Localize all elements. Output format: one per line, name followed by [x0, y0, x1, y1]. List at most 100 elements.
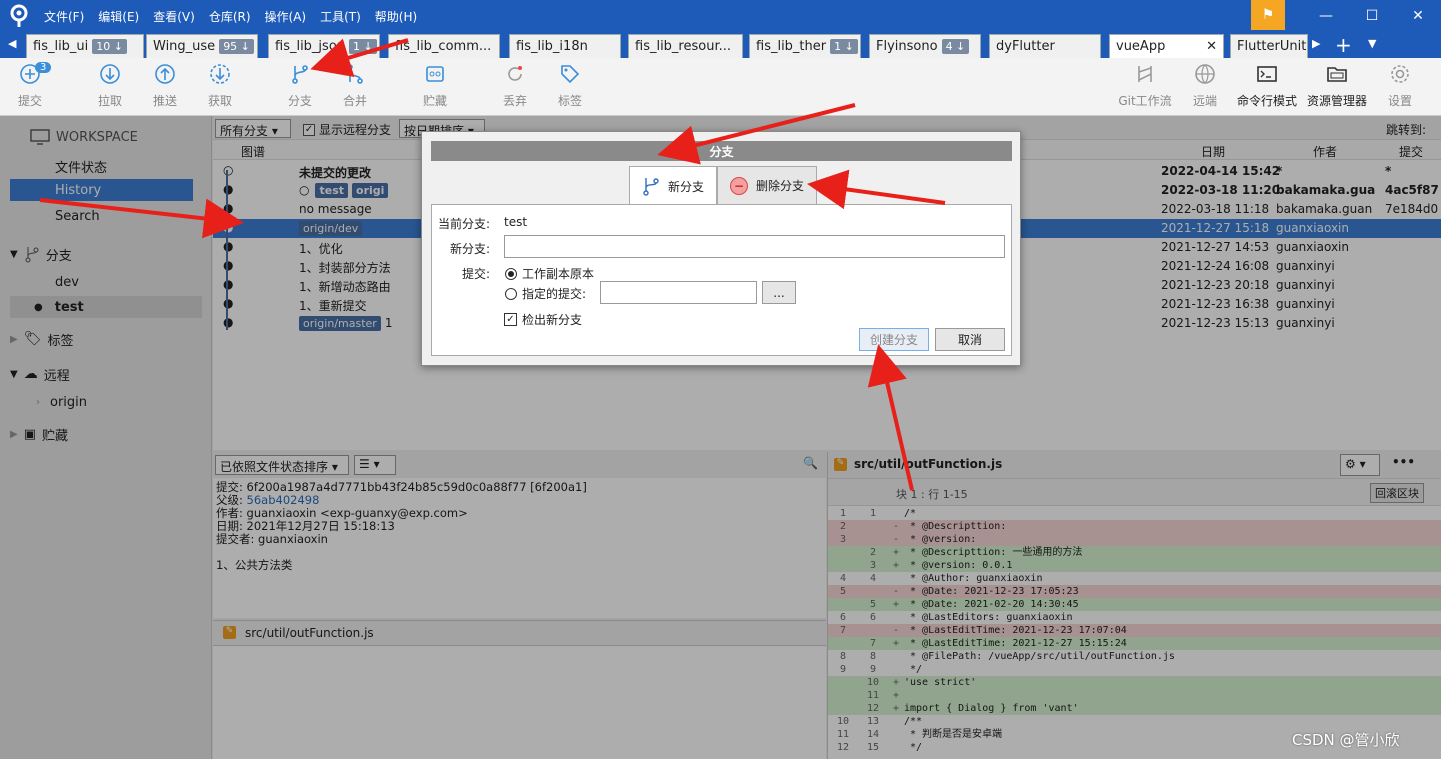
tab-label: fis_lib_comm... [395, 39, 492, 54]
tab-label: fis_lib_ther [756, 39, 827, 54]
cancel-button[interactable]: 取消 [935, 328, 1005, 351]
specified-commit-input[interactable] [600, 281, 757, 304]
tab-badge: 10 ↓ [92, 39, 128, 54]
commit-label: 提交 [17, 94, 42, 108]
checkout-new-branch-checkbox[interactable]: ✓ 检出新分支 [504, 311, 582, 328]
tab-label: fis_lib_ui [33, 39, 89, 54]
tab-vueapp[interactable]: vueApp ✕ [1109, 34, 1224, 58]
tab-label: vueApp [1116, 39, 1166, 54]
branch-button[interactable]: 分支 [272, 62, 328, 112]
minimize-button[interactable]: — [1303, 0, 1349, 32]
close-window-button[interactable]: ✕ [1395, 0, 1441, 32]
menu-file[interactable]: 文件(F) [44, 8, 84, 25]
push-button[interactable]: 推送 [137, 62, 193, 112]
stash-icon [426, 66, 444, 82]
tab-label: fis_lib_resour... [635, 39, 732, 54]
dialog-title: 分支 [431, 141, 1012, 161]
tab-label: Flyinsono [876, 39, 938, 54]
stash-button[interactable]: 贮藏 [407, 62, 463, 112]
commit-button[interactable]: 提交 3 [2, 62, 58, 112]
explorer-button[interactable]: 资源管理器 [1304, 62, 1370, 112]
settings-label: 设置 [1387, 94, 1412, 108]
gitflow-icon [1138, 66, 1152, 82]
checkbox-checked-icon: ✓ [504, 313, 517, 326]
flag-button[interactable]: ⚑ [1251, 0, 1285, 30]
tab-fis-lib-json[interactable]: fis_lib_json 1 ↓ [268, 34, 380, 58]
tab-fis-lib-i18n[interactable]: fis_lib_i18n [509, 34, 621, 58]
folder-icon [1327, 67, 1347, 82]
new-branch-label: 新分支: [450, 242, 491, 256]
menu-bar: 文件(F) 编辑(E) 查看(V) 仓库(R) 操作(A) 工具(T) 帮助(H… [44, 0, 417, 32]
tab-list-dropdown-icon[interactable]: ▼ [1368, 37, 1376, 50]
radio-unselected-icon [505, 287, 517, 300]
branch-icon [643, 178, 659, 196]
radio-working-copy[interactable]: 工作副本原本 [505, 265, 594, 282]
tab-flutterunit[interactable]: FlutterUnit [1230, 34, 1308, 58]
tag-label: 标签 [557, 94, 582, 108]
new-tab-button[interactable]: + [1335, 33, 1352, 57]
toolbar: 提交 3 拉取 推送 获取 分支 合并 贮藏 丢弃 标签 Git工作流 远端 命… [0, 58, 1441, 116]
tab-delete-branch[interactable]: − 删除分支 [717, 166, 818, 204]
sourcetree-logo-icon [10, 4, 28, 27]
terminal-button[interactable]: 命令行模式 [1234, 62, 1300, 112]
push-label: 推送 [152, 94, 177, 108]
tab-badge: 95 ↓ [219, 39, 254, 54]
menu-edit[interactable]: 编辑(E) [98, 8, 139, 25]
tag-button[interactable]: 标签 [542, 62, 598, 112]
pull-button[interactable]: 拉取 [82, 62, 138, 112]
menu-repository[interactable]: 仓库(R) [209, 8, 251, 25]
tag-icon [561, 65, 580, 84]
checkout-label: 检出新分支 [522, 313, 583, 327]
menu-tools[interactable]: 工具(T) [320, 8, 361, 25]
tab-scroll-left-icon[interactable]: ◀ [8, 37, 16, 50]
tab-close-icon[interactable]: ✕ [1206, 39, 1217, 54]
tab-fis-lib-ui[interactable]: fis_lib_ui 10 ↓ [26, 34, 144, 58]
globe-icon [1195, 64, 1215, 84]
discard-label: 丢弃 [502, 94, 527, 108]
tab-label: dyFlutter [996, 39, 1055, 54]
tab-fis-lib-common[interactable]: fis_lib_comm... [388, 34, 500, 58]
menu-actions[interactable]: 操作(A) [265, 8, 307, 25]
new-branch-input[interactable] [504, 235, 1005, 258]
title-bar: 文件(F) 编辑(E) 查看(V) 仓库(R) 操作(A) 工具(T) 帮助(H… [0, 0, 1441, 32]
branch-label: 分支 [287, 94, 312, 108]
tab-badge: 4 ↓ [941, 39, 970, 54]
fetch-label: 获取 [207, 94, 232, 108]
create-branch-button[interactable]: 创建分支 [859, 328, 929, 351]
gitflow-label: Git工作流 [1118, 94, 1172, 108]
pull-icon [100, 64, 120, 84]
settings-button[interactable]: 设置 [1372, 62, 1428, 112]
remote-button[interactable]: 远端 [1177, 62, 1233, 112]
maximize-button[interactable]: ☐ [1349, 0, 1395, 32]
tab-label: fis_lib_json [275, 39, 346, 54]
merge-icon [347, 64, 363, 84]
menu-view[interactable]: 查看(V) [153, 8, 195, 25]
fetch-button[interactable]: 获取 [192, 62, 248, 112]
tab-wing-use[interactable]: Wing_use 95 ↓ [146, 34, 258, 58]
watermark: CSDN @管小欣 [1292, 731, 1400, 749]
merge-button[interactable]: 合并 [327, 62, 383, 112]
tab-new-branch[interactable]: 新分支 [629, 166, 718, 205]
gitflow-button[interactable]: Git工作流 [1113, 62, 1177, 112]
browse-commit-button[interactable]: ... [762, 281, 796, 304]
tab-fis-lib-theme[interactable]: fis_lib_ther 1 ↓ [749, 34, 861, 58]
radio-specified-label: 指定的提交: [522, 287, 587, 301]
tab-scroll-right-icon[interactable]: ▶ [1312, 37, 1320, 50]
radio-specified-commit[interactable]: 指定的提交: [505, 285, 586, 302]
merge-label: 合并 [342, 94, 367, 108]
discard-button[interactable]: 丢弃 [487, 62, 543, 112]
tab-fis-lib-resource[interactable]: fis_lib_resour... [628, 34, 743, 58]
current-branch-label: 当前分支: [438, 217, 491, 231]
branch-icon [292, 65, 308, 84]
tab-flyinsono[interactable]: Flyinsono 4 ↓ [869, 34, 981, 58]
explorer-label: 资源管理器 [1306, 94, 1367, 108]
flag-icon: ⚑ [1261, 7, 1275, 23]
menu-help[interactable]: 帮助(H) [375, 8, 417, 25]
terminal-label: 命令行模式 [1236, 94, 1297, 108]
radio-selected-icon [505, 267, 517, 280]
tab-dyflutter[interactable]: dyFlutter [989, 34, 1101, 58]
stash-label: 贮藏 [422, 94, 447, 108]
remote-label: 远端 [1192, 94, 1217, 108]
tab-badge: 1 ↓ [349, 39, 377, 54]
gear-icon [1391, 65, 1409, 83]
